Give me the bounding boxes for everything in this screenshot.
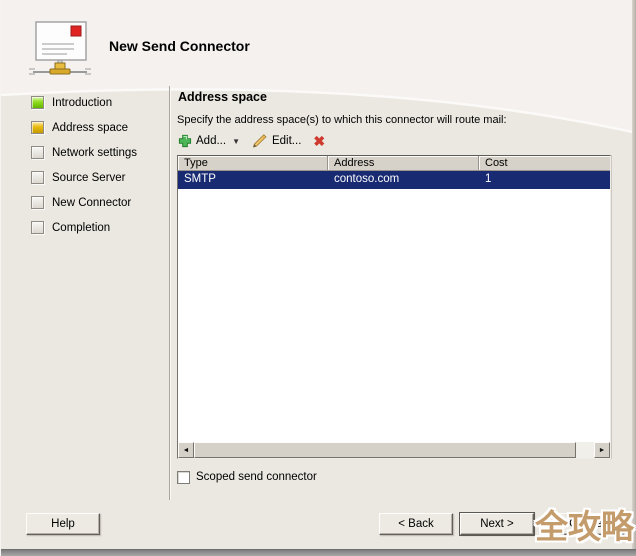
send-connector-icon [27, 14, 93, 82]
help-button[interactable]: Help [26, 513, 100, 535]
section-heading: Address space [178, 90, 267, 104]
step-status-pending-icon [31, 196, 44, 209]
window-right-border [632, 0, 636, 556]
page-title: New Send Connector [109, 38, 250, 54]
step-label: Source Server [52, 172, 126, 184]
scrollbar-thumb[interactable] [194, 442, 576, 458]
step-introduction: Introduction [31, 96, 137, 109]
step-label: Address space [52, 122, 128, 134]
cell-address: contoso.com [328, 171, 479, 189]
edit-button[interactable]: Edit... [249, 133, 304, 149]
scoped-send-connector-label[interactable]: Scoped send connector [196, 471, 317, 483]
pane-divider [169, 86, 170, 500]
add-menu-button[interactable]: ▼ [229, 135, 243, 148]
horizontal-scrollbar[interactable]: ◄ ► [178, 442, 610, 458]
step-status-pending-icon [31, 171, 44, 184]
step-label: Introduction [52, 97, 112, 109]
chevron-down-icon: ▼ [232, 137, 240, 146]
step-status-done-icon [31, 96, 44, 109]
watermark-text: 全攻略 [535, 500, 634, 548]
address-space-table: Type Address Cost SMTP contoso.com 1 ◄ ► [177, 155, 611, 459]
step-network-settings: Network settings [31, 146, 137, 159]
step-label: Completion [52, 222, 110, 234]
wizard-steps: Introduction Address space Network setti… [31, 96, 137, 246]
step-status-pending-icon [31, 221, 44, 234]
scroll-left-button[interactable]: ◄ [178, 442, 194, 458]
add-button[interactable]: Add... [175, 133, 229, 149]
step-completion: Completion [31, 221, 137, 234]
delete-x-icon: ✖ [313, 133, 325, 149]
delete-button[interactable]: ✖ [310, 133, 328, 150]
scroll-left-arrow-icon: ◄ [183, 447, 190, 454]
edit-button-label: Edit... [272, 135, 301, 147]
step-status-current-icon [31, 121, 44, 134]
step-label: New Connector [52, 197, 131, 209]
address-space-toolbar: Add... ▼ Edit... ✖ [175, 131, 328, 151]
step-source-server: Source Server [31, 171, 137, 184]
column-header-address[interactable]: Address [328, 156, 479, 170]
cell-cost: 1 [479, 171, 610, 189]
table-header: Type Address Cost [178, 156, 610, 171]
next-button[interactable]: Next > [460, 513, 534, 535]
step-status-pending-icon [31, 146, 44, 159]
table-row-selected[interactable]: SMTP contoso.com 1 [178, 171, 610, 189]
new-send-connector-wizard: New Send Connector Introduction Address … [0, 0, 636, 556]
plus-icon [178, 134, 192, 148]
step-new-connector: New Connector [31, 196, 137, 209]
window-bottom-border [1, 549, 636, 556]
scoped-send-connector-checkbox[interactable] [177, 471, 190, 484]
scroll-right-arrow-icon: ► [599, 447, 606, 454]
cell-type: SMTP [178, 171, 328, 189]
column-header-type[interactable]: Type [178, 156, 328, 170]
column-header-cost[interactable]: Cost [479, 156, 610, 170]
step-address-space: Address space [31, 121, 137, 134]
section-description: Specify the address space(s) to which th… [177, 114, 507, 126]
back-button[interactable]: < Back [379, 513, 453, 535]
add-button-label: Add... [196, 135, 226, 147]
scroll-right-button[interactable]: ► [594, 442, 610, 458]
pencil-icon [252, 134, 268, 148]
step-label: Network settings [52, 147, 137, 159]
